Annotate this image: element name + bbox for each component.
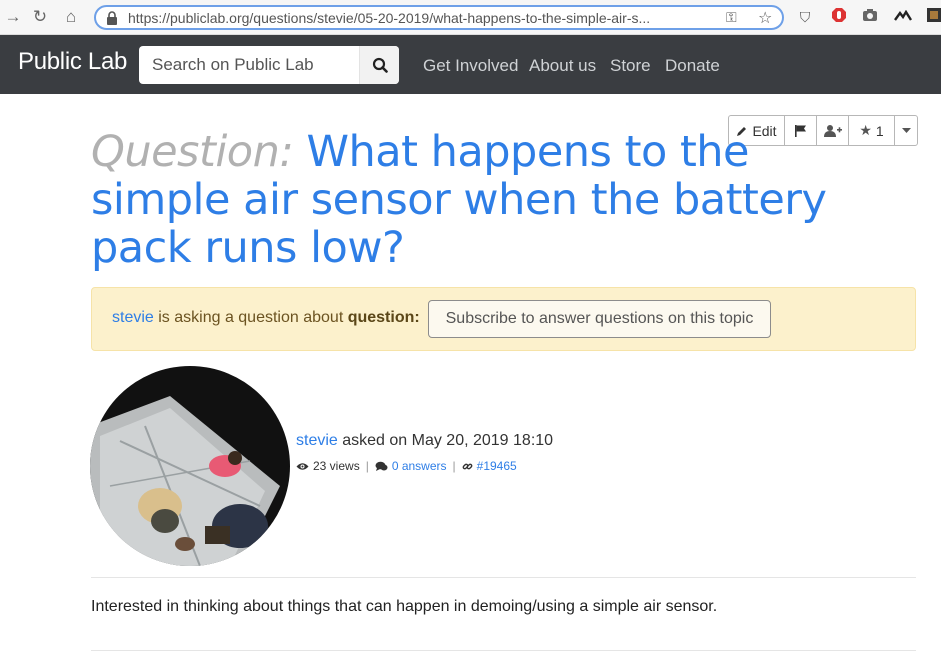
nav-about-us[interactable]: About us xyxy=(529,56,596,76)
search-input[interactable] xyxy=(139,46,359,84)
avatar-image xyxy=(90,366,290,566)
node-id-link[interactable]: #19465 xyxy=(477,459,517,473)
pocket-icon[interactable]: ⛉ xyxy=(795,7,815,27)
adblock-icon[interactable] xyxy=(829,7,849,27)
divider xyxy=(91,650,916,651)
separator: | xyxy=(452,459,456,473)
search-icon xyxy=(372,57,388,73)
extension-icon-2[interactable] xyxy=(924,7,941,27)
author-line: stevie asked on May 20, 2019 18:10 xyxy=(296,432,553,450)
divider xyxy=(91,577,916,578)
nav-donate[interactable]: Donate xyxy=(665,56,720,76)
forward-icon[interactable]: → xyxy=(2,7,24,27)
more-dropdown-button[interactable] xyxy=(895,116,917,145)
alert-topic: question: xyxy=(347,309,420,326)
separator: | xyxy=(365,459,369,473)
link-icon xyxy=(462,463,473,469)
alert-text: stevie is asking a question about questi… xyxy=(112,309,420,327)
comments-icon xyxy=(375,461,388,471)
views-count: 23 views xyxy=(313,459,360,473)
author-link[interactable]: stevie xyxy=(296,432,338,449)
nav-store[interactable]: Store xyxy=(610,56,651,76)
site-logo[interactable]: Public Lab xyxy=(18,48,127,76)
address-bar[interactable]: https://publiclab.org/questions/stevie/0… xyxy=(94,5,784,30)
answers-link[interactable]: 0 answers xyxy=(392,459,447,473)
search-button[interactable] xyxy=(359,46,399,84)
alert-middle-text: is asking a question about xyxy=(153,309,348,326)
lock-icon xyxy=(107,11,117,25)
search-box xyxy=(139,46,399,84)
extension-icon[interactable] xyxy=(893,7,913,27)
site-navbar: Public Lab Get Involved About us Store D… xyxy=(0,35,941,94)
home-icon[interactable]: ⌂ xyxy=(60,7,82,27)
reload-icon[interactable]: ↻ xyxy=(29,7,51,27)
eye-icon xyxy=(296,462,309,470)
question-stats: 23 views | 0 answers | #19465 xyxy=(296,459,517,473)
topic-alert: stevie is asking a question about questi… xyxy=(91,287,916,351)
camera-icon[interactable] xyxy=(860,7,880,27)
alert-user-link[interactable]: stevie xyxy=(112,309,154,326)
caret-down-icon xyxy=(901,127,911,133)
nav-get-involved[interactable]: Get Involved xyxy=(423,56,518,76)
avatar[interactable] xyxy=(90,366,290,566)
asked-text: asked on May 20, 2019 18:10 xyxy=(337,432,554,449)
browser-toolbar: → ↻ ⌂ https://publiclab.org/questions/st… xyxy=(0,0,941,35)
question-body: Interested in thinking about things that… xyxy=(91,598,718,615)
url-text: https://publiclab.org/questions/stevie/0… xyxy=(128,10,651,26)
subscribe-button[interactable]: Subscribe to answer questions on this to… xyxy=(428,300,771,338)
key-icon[interactable]: ⚿ xyxy=(726,9,737,26)
bookmark-star-icon[interactable]: ☆ xyxy=(758,8,772,28)
page-title: Question: What happens to the simple air… xyxy=(91,128,881,272)
question-label: Question: xyxy=(91,127,294,177)
